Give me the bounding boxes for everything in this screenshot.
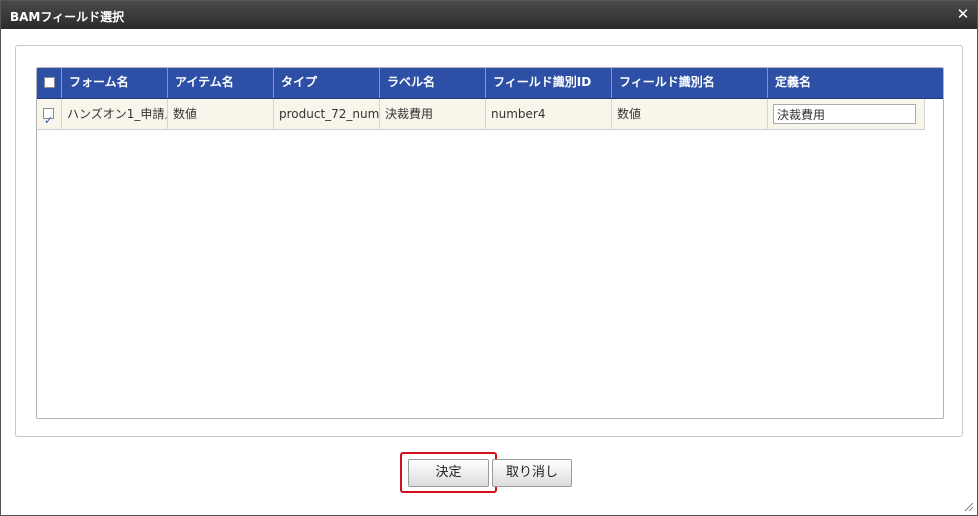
bam-field-select-dialog: BAMフィールド選択 ✕ フォーム名 アイテム名 タイプ ラベル名 フィールド識… — [0, 0, 978, 516]
row-checkbox-cell — [37, 99, 62, 129]
header-definition-name[interactable]: 定義名 — [768, 68, 943, 98]
cell-definition-name — [768, 99, 925, 129]
cancel-button[interactable]: 取り消し — [492, 459, 572, 487]
header-item-name[interactable]: アイテム名 — [168, 68, 274, 98]
table-row[interactable]: ハンズオン1_申請／ 数値 product_72_numb 決裁費用 numbe… — [37, 99, 925, 130]
cell-label-name: 決裁費用 — [380, 99, 486, 129]
cell-field-name: 数値 — [612, 99, 768, 129]
definition-name-input[interactable] — [773, 104, 916, 124]
header-type[interactable]: タイプ — [274, 68, 380, 98]
select-all-checkbox[interactable] — [44, 77, 55, 88]
grid-header: フォーム名 アイテム名 タイプ ラベル名 フィールド識別ID フィールド識別名 … — [37, 68, 943, 99]
field-grid: フォーム名 アイテム名 タイプ ラベル名 フィールド識別ID フィールド識別名 … — [36, 67, 944, 419]
dialog-titlebar[interactable]: BAMフィールド選択 ✕ — [1, 1, 977, 29]
confirm-button[interactable]: 決定 — [408, 459, 489, 487]
header-field-id[interactable]: フィールド識別ID — [486, 68, 612, 98]
header-field-name[interactable]: フィールド識別名 — [612, 68, 768, 98]
cell-form-name: ハンズオン1_申請／ — [62, 99, 168, 129]
close-icon[interactable]: ✕ — [955, 6, 971, 22]
resize-handle-icon[interactable] — [962, 500, 974, 512]
dialog-title: BAMフィールド選択 — [10, 10, 125, 24]
content-panel: フォーム名 アイテム名 タイプ ラベル名 フィールド識別ID フィールド識別名 … — [15, 45, 963, 437]
header-select-all-cell — [37, 68, 62, 98]
row-checkbox[interactable] — [43, 106, 54, 129]
cell-field-id: number4 — [486, 99, 612, 129]
cell-type: product_72_numb — [274, 99, 380, 129]
header-label-name[interactable]: ラベル名 — [380, 68, 486, 98]
header-form-name[interactable]: フォーム名 — [62, 68, 168, 98]
cell-item-name: 数値 — [168, 99, 274, 129]
